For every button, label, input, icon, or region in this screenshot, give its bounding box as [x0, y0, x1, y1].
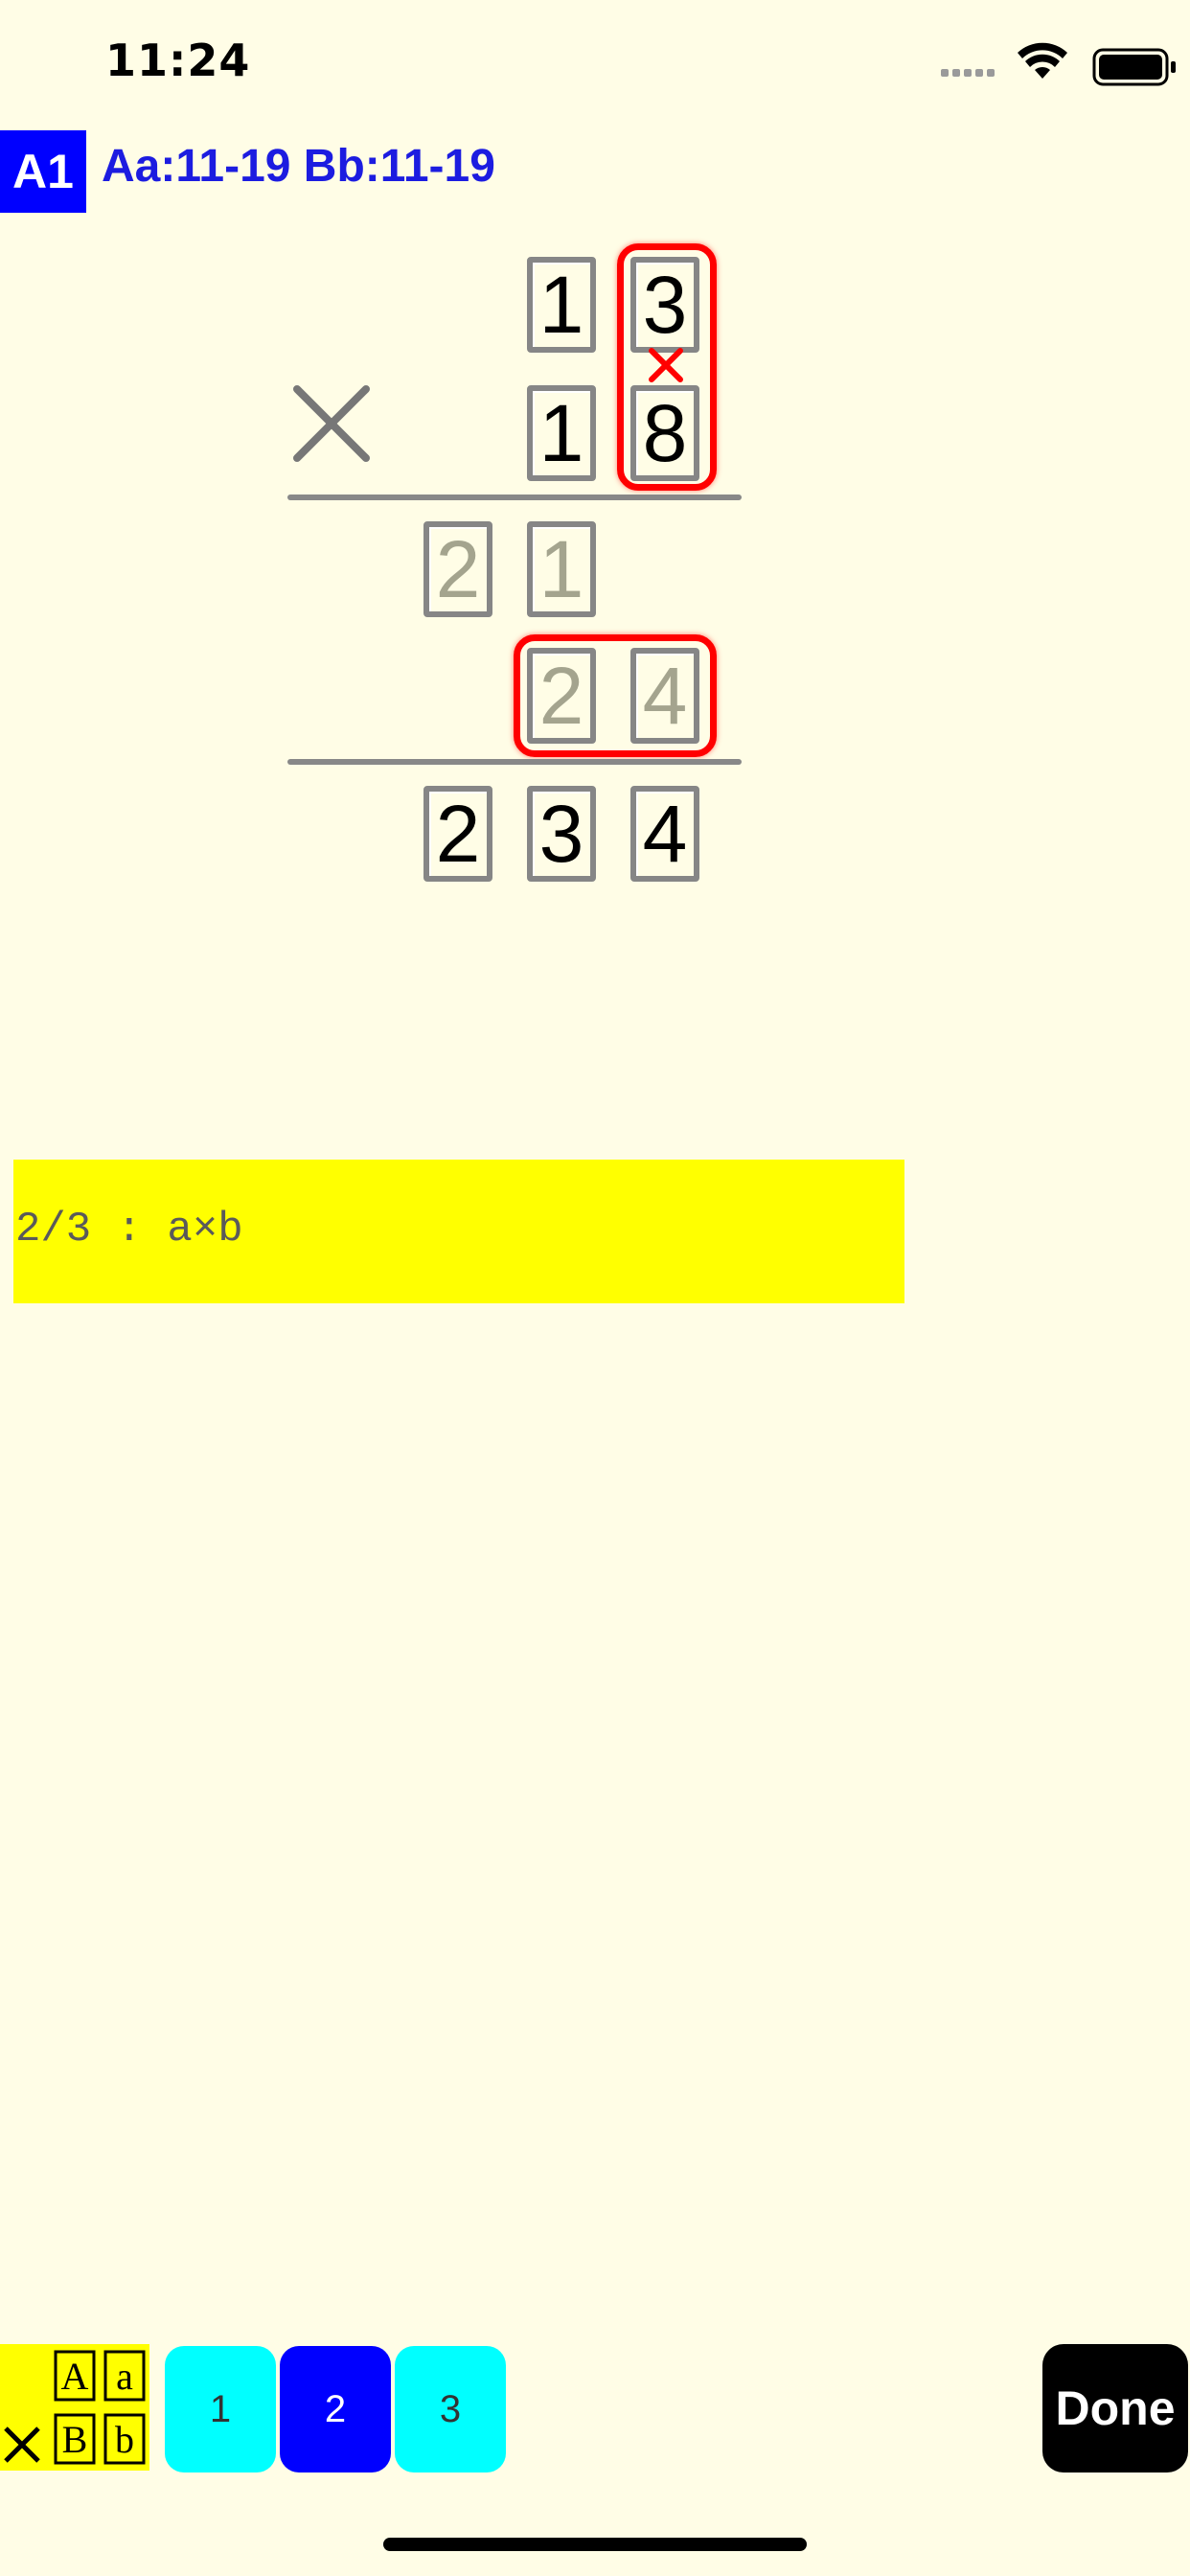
multiply-operator-icon — [287, 380, 376, 468]
level-badge[interactable]: A1 — [0, 130, 86, 213]
partial2-highlight — [514, 634, 717, 757]
step-3-button[interactable]: 3 — [395, 2346, 506, 2472]
home-indicator[interactable] — [383, 2538, 807, 2551]
multiply-small-icon — [4, 2426, 40, 2463]
wifi-icon — [1018, 42, 1067, 79]
op-tile-bottom-right: b — [115, 2418, 134, 2461]
step-mark-icon — [648, 347, 684, 383]
step-1-button[interactable]: 1 — [165, 2346, 276, 2472]
multiplicand-tens-digit[interactable]: 1 — [527, 257, 596, 353]
answer-ones-digit[interactable]: 4 — [630, 786, 699, 882]
op-tile-bottom-left: B — [61, 2418, 88, 2461]
status-time: 11:24 — [105, 34, 251, 86]
partial1-ones-digit[interactable]: 1 — [527, 521, 596, 617]
op-tile-top-right: a — [116, 2355, 133, 2398]
cellular-signal-icon — [941, 69, 995, 77]
op-tile-top-left: A — [60, 2355, 89, 2398]
step-prompt-text: 2/3 : a×b — [15, 1206, 243, 1254]
battery-icon — [1092, 48, 1176, 86]
multiplier-tens-digit[interactable]: 1 — [527, 385, 596, 481]
operation-tile-button[interactable]: A a B b — [0, 2344, 149, 2471]
status-icons — [941, 38, 1190, 96]
range-label: Aa:11-19 Bb:11-19 — [102, 141, 495, 192]
product-rule-line — [287, 494, 742, 500]
answer-hundreds-digit[interactable]: 2 — [423, 786, 492, 882]
done-button[interactable]: Done — [1042, 2344, 1188, 2472]
sum-rule-line — [287, 759, 742, 765]
answer-tens-digit[interactable]: 3 — [527, 786, 596, 882]
step-2-button[interactable]: 2 — [280, 2346, 391, 2472]
step-prompt-bar: 2/3 : a×b — [13, 1160, 904, 1303]
partial1-tens-digit[interactable]: 2 — [423, 521, 492, 617]
